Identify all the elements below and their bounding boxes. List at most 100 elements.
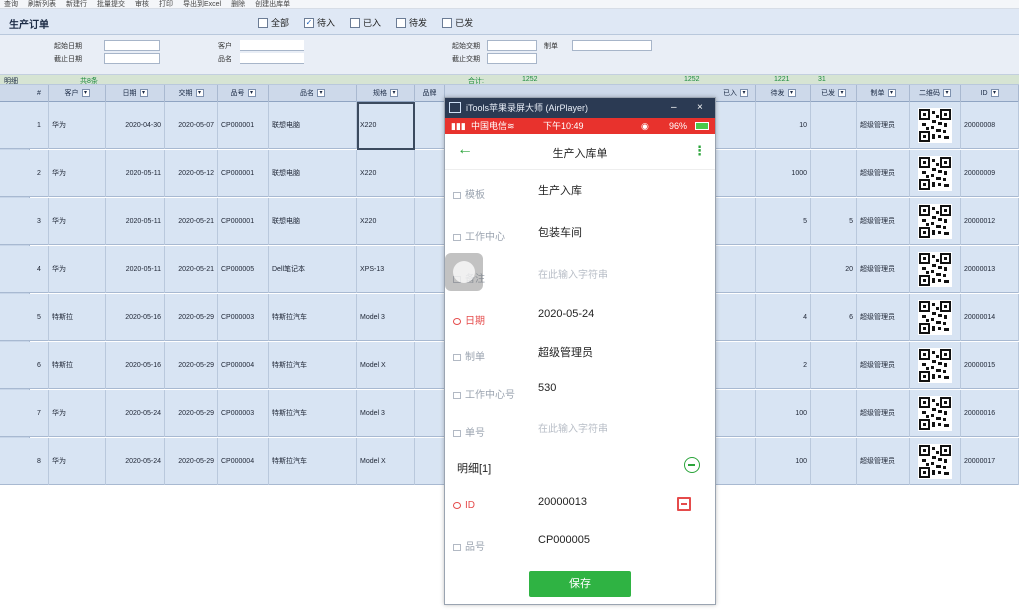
cell-id[interactable]: 20000015 xyxy=(961,342,1019,389)
cell-date[interactable]: 2020-05-24 xyxy=(106,438,165,485)
maker-input[interactable] xyxy=(572,40,652,51)
filter-dropdown-icon[interactable]: ▾ xyxy=(139,89,148,98)
filter-dropdown-icon[interactable]: ▾ xyxy=(787,89,796,98)
cell-n[interactable]: 2 xyxy=(30,150,49,197)
cell-code[interactable]: CP000001 xyxy=(218,198,269,245)
cell-date[interactable]: 2020-05-16 xyxy=(106,294,165,341)
cell-code[interactable]: CP000003 xyxy=(218,390,269,437)
cell-maker[interactable]: 超级管理员 xyxy=(857,342,910,389)
filter-all[interactable]: 全部 xyxy=(258,16,289,29)
cell-pending[interactable] xyxy=(756,246,811,293)
cell-qr[interactable] xyxy=(910,438,961,485)
cell-customer[interactable]: 特斯拉 xyxy=(49,342,106,389)
cell-shipped[interactable]: 5 xyxy=(811,198,857,245)
field-maker[interactable]: 制单 超级管理员 xyxy=(445,334,715,374)
toolbar-item[interactable]: 批量提交 xyxy=(97,0,125,8)
cell-spec[interactable]: Model X xyxy=(357,342,415,389)
end-date-input[interactable] xyxy=(104,53,160,64)
checkbox-icon[interactable] xyxy=(258,17,268,28)
cell-stocked[interactable] xyxy=(716,102,756,149)
cell-date[interactable]: 2020-05-24 xyxy=(106,390,165,437)
toolbar-item[interactable]: 导出到Excel xyxy=(183,0,221,8)
cell-date[interactable]: 2020-05-11 xyxy=(106,246,165,293)
field-work-center[interactable]: 工作中心 包装车间 xyxy=(445,214,715,254)
cell-id[interactable]: 20000013 xyxy=(961,246,1019,293)
end-delivery-input[interactable] xyxy=(487,53,537,64)
cell-id[interactable]: 20000016 xyxy=(961,390,1019,437)
assistive-touch-button[interactable] xyxy=(445,253,483,291)
cell-customer[interactable]: 华为 xyxy=(49,246,106,293)
col-customer[interactable]: 客户 ▾ xyxy=(49,85,106,102)
detail-field-id[interactable]: ID 20000013 xyxy=(445,486,715,526)
filter-shipped[interactable]: 已发 xyxy=(442,16,473,29)
cell-id[interactable]: 20000014 xyxy=(961,294,1019,341)
cell-brand[interactable] xyxy=(415,390,445,437)
cell-id[interactable]: 20000012 xyxy=(961,198,1019,245)
cell-shipped[interactable] xyxy=(811,150,857,197)
cell-maker[interactable]: 超级管理员 xyxy=(857,294,910,341)
detail-field-code[interactable]: 品号 CP000005 xyxy=(445,524,715,564)
cell-brand[interactable] xyxy=(415,198,445,245)
cell-name[interactable]: 特斯拉汽车 xyxy=(269,294,357,341)
cell-name[interactable]: Dell笔记本 xyxy=(269,246,357,293)
cell-maker[interactable]: 超级管理员 xyxy=(857,246,910,293)
cell-pending[interactable]: 1000 xyxy=(756,150,811,197)
cell-delivery[interactable]: 2020-05-12 xyxy=(165,150,218,197)
remove-detail-icon[interactable] xyxy=(684,457,700,473)
cell-qr[interactable] xyxy=(910,198,961,245)
cell-date[interactable]: 2020-04-30 xyxy=(106,102,165,149)
cell-customer[interactable]: 华为 xyxy=(49,150,106,197)
qr-scan-icon[interactable] xyxy=(677,497,691,511)
cell-n[interactable]: 8 xyxy=(30,438,49,485)
col-qrcode[interactable]: 二维码 ▾ xyxy=(910,85,961,102)
remark-input[interactable]: 在此输入字符串 xyxy=(538,266,608,281)
col-code[interactable]: 品号 ▾ xyxy=(218,85,269,102)
cell-code[interactable]: CP000005 xyxy=(218,246,269,293)
cell-delivery[interactable]: 2020-05-29 xyxy=(165,390,218,437)
minimize-icon[interactable]: – xyxy=(671,98,677,118)
cell-maker[interactable]: 超级管理员 xyxy=(857,150,910,197)
filter-dropdown-icon[interactable]: ▾ xyxy=(81,89,90,98)
cell-name[interactable]: 联想电脑 xyxy=(269,150,357,197)
cell-delivery[interactable]: 2020-05-29 xyxy=(165,342,218,389)
cell-qr[interactable] xyxy=(910,294,961,341)
order-no-input[interactable]: 在此输入字符串 xyxy=(538,420,608,435)
cell-brand[interactable] xyxy=(415,150,445,197)
cell-spec[interactable]: Model X xyxy=(357,438,415,485)
cell-id[interactable]: 20000009 xyxy=(961,150,1019,197)
filter-dropdown-icon[interactable]: ▾ xyxy=(390,89,398,98)
toolbar-item[interactable]: 查询 xyxy=(4,0,18,8)
cell-stocked[interactable] xyxy=(716,150,756,197)
cell-code[interactable]: CP000004 xyxy=(218,342,269,389)
cell-delivery[interactable]: 2020-05-29 xyxy=(165,294,218,341)
col-maker[interactable]: 制单 ▾ xyxy=(857,85,910,102)
cell-customer[interactable]: 华为 xyxy=(49,438,106,485)
cell-name[interactable]: 联想电脑 xyxy=(269,198,357,245)
field-order-no[interactable]: 单号 在此输入字符串 xyxy=(445,410,715,450)
filter-pending-in[interactable]: ✓ 待入 xyxy=(304,16,335,29)
cell-stocked[interactable] xyxy=(716,294,756,341)
cell-spec[interactable]: Model 3 xyxy=(357,390,415,437)
col-date[interactable]: 日期 ▾ xyxy=(106,85,165,102)
checkbox-checked-icon[interactable]: ✓ xyxy=(304,17,315,28)
field-template[interactable]: 模板 生产入库 xyxy=(445,172,715,212)
cell-n[interactable]: 1 xyxy=(30,102,49,149)
filter-dropdown-icon[interactable]: ▾ xyxy=(943,89,951,98)
cell-customer[interactable]: 华为 xyxy=(49,198,106,245)
checkbox-icon[interactable] xyxy=(442,17,453,28)
toolbar-item[interactable]: 刷新列表 xyxy=(28,0,56,8)
cell-brand[interactable] xyxy=(415,438,445,485)
cell-n[interactable]: 6 xyxy=(30,342,49,389)
cell-stocked[interactable] xyxy=(716,342,756,389)
cell-brand[interactable] xyxy=(415,246,445,293)
cell-customer[interactable]: 华为 xyxy=(49,102,106,149)
cell-name[interactable]: 特斯拉汽车 xyxy=(269,342,357,389)
col-stocked[interactable]: 已入 ▾ xyxy=(716,85,756,102)
cell-pending[interactable]: 4 xyxy=(756,294,811,341)
cell-code[interactable]: CP000001 xyxy=(218,150,269,197)
cell-spec[interactable]: X220 xyxy=(357,198,415,245)
cell-n[interactable]: 4 xyxy=(30,246,49,293)
cell-pending[interactable]: 100 xyxy=(756,438,811,485)
cell-date[interactable]: 2020-05-11 xyxy=(106,150,165,197)
filter-pending-ship[interactable]: 待发 xyxy=(396,16,427,29)
